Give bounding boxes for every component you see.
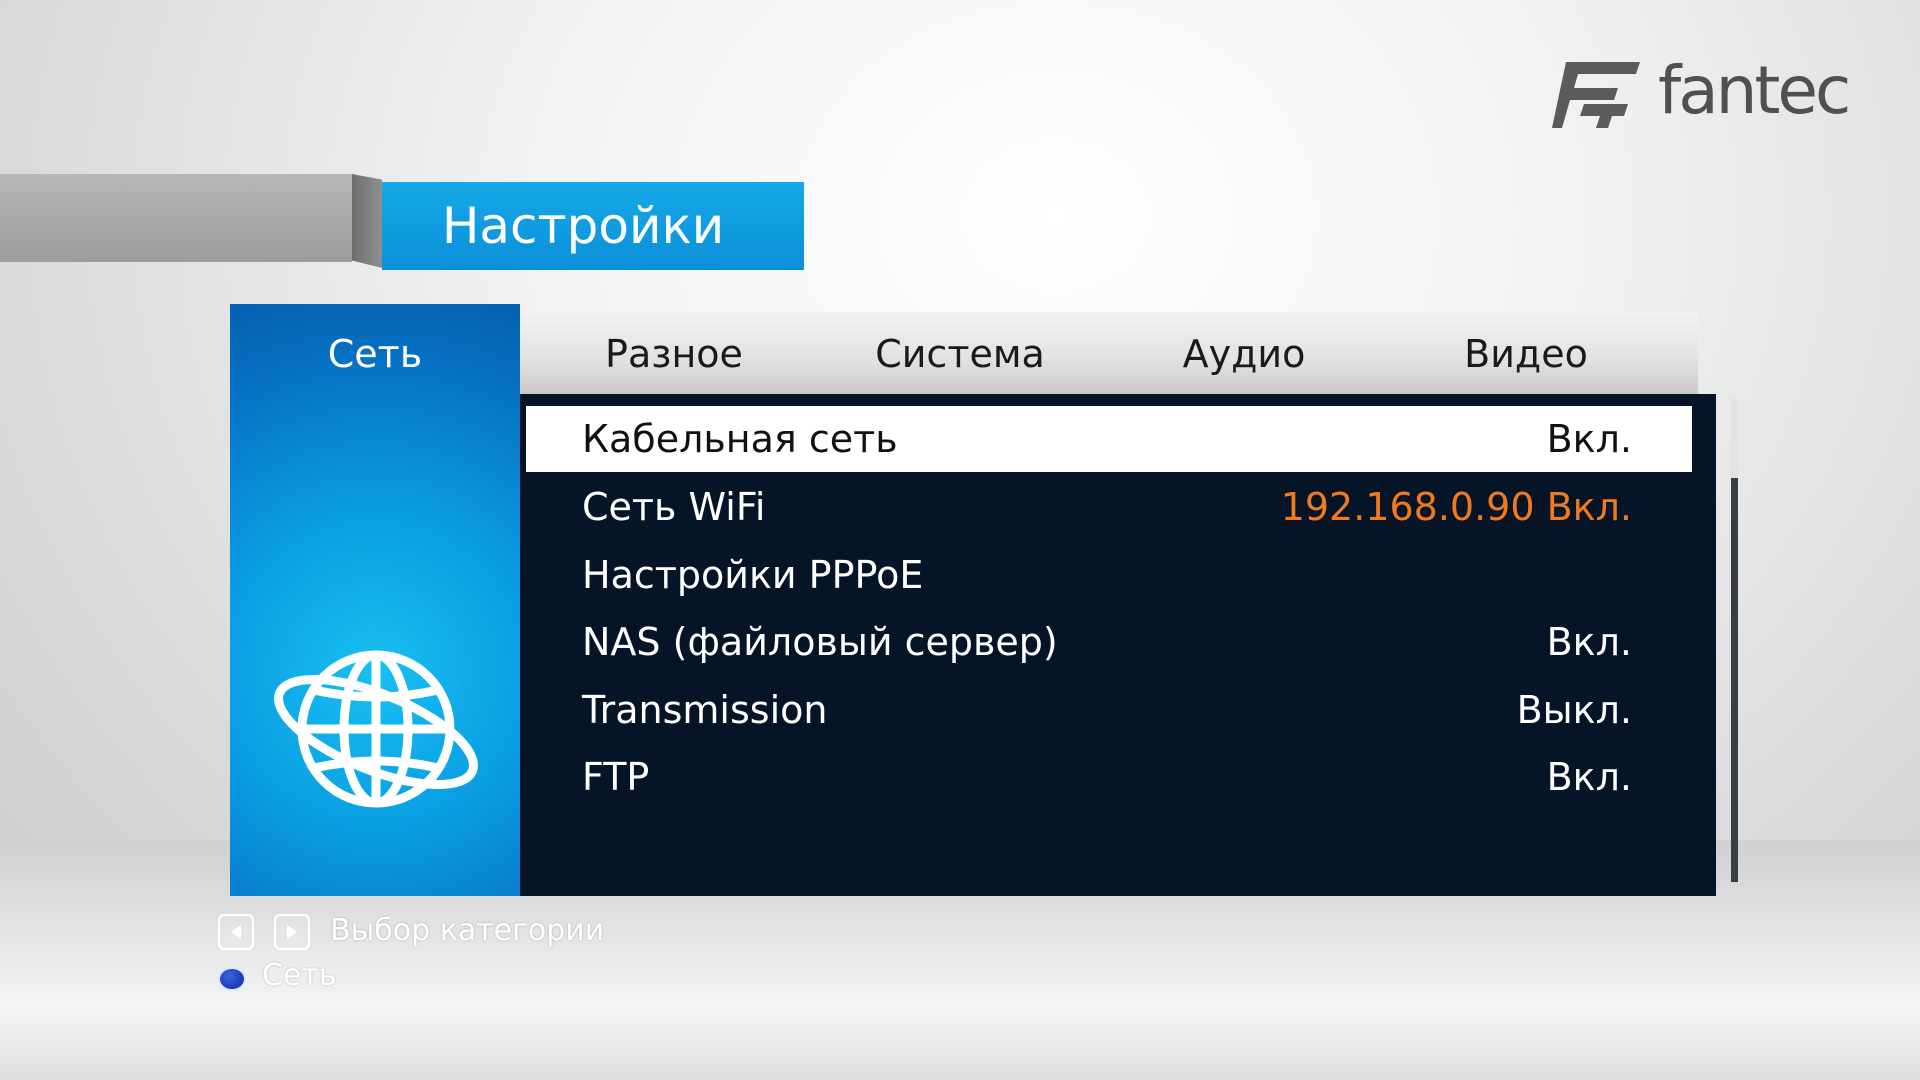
- brand-name: fantec: [1658, 52, 1851, 129]
- setting-value: Вкл.: [1546, 755, 1632, 799]
- hint-current-category: Сеть: [262, 958, 337, 993]
- arrow-right-icon: [287, 925, 297, 939]
- fantec-logo-mark-icon: [1552, 62, 1640, 128]
- scrollbar[interactable]: [1731, 398, 1738, 882]
- setting-row-wifi[interactable]: Сеть WiFi 192.168.0.90 Вкл.: [526, 474, 1692, 540]
- setting-row-nas[interactable]: NAS (файловый сервер) Вкл.: [526, 609, 1692, 675]
- tab-misc[interactable]: Разное: [534, 312, 814, 394]
- blue-button-icon: [218, 967, 246, 991]
- hint-category-select: Выбор категории: [330, 913, 605, 948]
- settings-list: Кабельная сеть Вкл. Сеть WiFi 192.168.0.…: [520, 394, 1716, 896]
- tab-bar: Разное Система Аудио Видео: [520, 312, 1698, 394]
- tab-audio[interactable]: Аудио: [1104, 312, 1384, 394]
- page-title: Настройки: [382, 182, 804, 270]
- title-bar-left: [0, 174, 352, 262]
- setting-row-pppoe[interactable]: Настройки PPPoE: [526, 542, 1692, 608]
- setting-value: Вкл.: [1546, 620, 1632, 664]
- setting-label: Кабельная сеть: [582, 417, 898, 461]
- setting-label: Transmission: [582, 688, 828, 732]
- tab-video[interactable]: Видео: [1386, 312, 1666, 394]
- setting-label: FTP: [582, 755, 650, 799]
- setting-row-ftp[interactable]: FTP Вкл.: [526, 744, 1692, 810]
- tab-system[interactable]: Система: [820, 312, 1100, 394]
- arrow-left-icon: [231, 925, 241, 939]
- setting-label: Сеть WiFi: [582, 485, 766, 529]
- setting-value: 192.168.0.90 Вкл.: [1280, 485, 1632, 529]
- globe-icon: [274, 650, 478, 808]
- setting-label: Настройки PPPoE: [582, 553, 924, 597]
- title-bar-shade: [352, 174, 382, 268]
- category-panel[interactable]: Сеть: [230, 304, 520, 896]
- category-label: Сеть: [327, 332, 423, 376]
- setting-label: NAS (файловый сервер): [582, 620, 1058, 664]
- arrow-left-key: [218, 914, 254, 950]
- arrow-right-key: [274, 914, 310, 950]
- brand-logo: fantec: [1552, 52, 1852, 144]
- scrollbar-thumb[interactable]: [1731, 478, 1738, 882]
- setting-row-wired-network[interactable]: Кабельная сеть Вкл.: [526, 406, 1692, 472]
- setting-row-transmission[interactable]: Transmission Выкл.: [526, 677, 1692, 743]
- setting-value: Вкл.: [1546, 417, 1632, 461]
- setting-value: Выкл.: [1516, 688, 1632, 732]
